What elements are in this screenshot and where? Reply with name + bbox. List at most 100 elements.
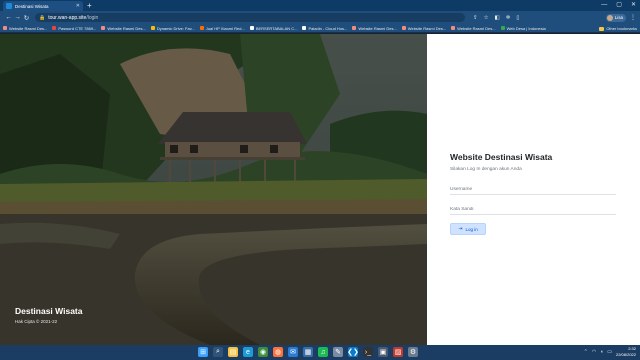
bookmark-label: Website Rasmi Des... [407,25,447,31]
bookmark-item[interactable]: Pasword CTE 7869... [52,26,96,31]
bookmark-label: Website Rasmi Des... [358,25,397,31]
login-form: Website Destinasi Wisata Silakan Log In … [450,152,616,235]
close-window-button[interactable]: ✕ [631,1,636,10]
bookmark-favicon-icon [500,26,505,30]
bookmark-label: Pasword CTE 7869... [58,25,97,31]
hero-copyright: Hak Cipta © 2021-22 [15,319,58,324]
login-button-label: Log in [465,226,478,232]
bookmark-favicon-icon [352,26,357,30]
bookmark-favicon-icon [199,26,204,30]
profile-name: Lisa [614,15,623,20]
windows-start-icon[interactable]: ⊞ [198,347,208,357]
password-input[interactable] [450,206,616,212]
window-controls: — ▢ ✕ [601,1,636,10]
wifi-icon[interactable]: ◠ [592,349,596,355]
bookmark-item[interactable]: Website Rasmi Des... [451,25,496,31]
login-subtitle: Silakan Log In dengan akun Anda [450,167,522,172]
bookmark-item[interactable]: Web Desa | Indonesia [500,25,546,31]
bookmark-label: Jual HP Xiaomi Red... [205,25,245,31]
bookmark-favicon-icon [249,26,254,30]
terminal-icon[interactable]: ›_ [363,347,373,357]
bookmark-item[interactable]: Website Rasmi Des... [101,25,146,31]
hero-image: Destinasi Wisata Hak Cipta © 2021-22 [0,34,427,345]
extensions-puzzle-icon[interactable]: ✲ [506,15,511,21]
chrome-icon[interactable]: ◉ [258,347,268,357]
tab-favicon-icon [6,3,12,9]
extension-icon[interactable]: ◧ [495,15,500,21]
bookmark-item[interactable]: BERSERTABALAN C... [249,26,297,31]
bookmark-label: Paladin - Cloud Hos... [308,25,348,31]
bookmark-item[interactable]: Website Rasmi Des... [352,25,397,31]
tab-strip: Destinasi Wisata ✕ + — ▢ ✕ [0,0,640,11]
password-field-wrapper [450,204,616,215]
bookmark-favicon-icon [302,26,307,30]
star-icon[interactable]: ☆ [484,15,489,21]
tab-title: Destinasi Wisata [15,3,49,9]
mail-icon[interactable]: ✉ [288,347,298,357]
tab-close-icon[interactable]: ✕ [76,3,80,9]
bookmark-favicon-icon [451,26,456,30]
bookmark-label: Website Rasmi Des... [9,25,48,31]
bookmark-item[interactable]: Website Rasmi Des... [401,25,447,31]
hero-caption: Destinasi Wisata Hak Cipta © 2021-22 [15,306,82,324]
edge-icon[interactable]: e [243,347,253,357]
bookmarks-bar: Website Rasmi Des... Pasword CTE 7869... W… [0,24,640,33]
bookmark-item[interactable]: Website Rasmi Des... [3,26,47,31]
profile-button[interactable]: Lisa [605,13,626,22]
sidebar-icon[interactable]: ▯ [516,15,519,21]
bookmark-label: Web Desa | Indonesia [506,25,546,31]
toolbar-icons: ⇪ ☆ ◧ ✲ ▯ [473,15,519,21]
login-button[interactable]: ⇥ Log in [450,223,486,235]
bookmark-favicon-icon [52,26,57,30]
maximize-button[interactable]: ▢ [616,1,622,10]
bookmark-label: Website Rasmi Des... [107,25,146,31]
menu-kebab-icon[interactable]: ⋮ [630,14,636,21]
firefox-icon[interactable]: ◍ [273,347,283,357]
other-bookmarks[interactable]: Other bookmarks [599,24,637,32]
login-panel: Website Destinasi Wisata Silakan Log In … [427,34,640,345]
hero-title: Destinasi Wisata [15,306,83,316]
lock-icon: 🔒 [39,14,46,21]
username-field-wrapper [450,184,616,195]
browser-toolbar: ← → ↻ 🔒 tour.wan-app.site/login ⇪ ☆ ◧ ✲ … [0,11,640,24]
taskbar-apps: ⊞ ⌕ ▤ e ◉ ◍ ✉ ▦ ♫ ✎ ❮❯ ›_ ▣ ▨ ⚙ [198,347,418,357]
vscode-icon[interactable]: ❮❯ [347,347,359,357]
browser-tab[interactable]: Destinasi Wisata ✕ [3,1,83,11]
bookmark-favicon-icon [3,26,7,30]
address-url: tour.wan-app.site/login [48,14,99,21]
bookmark-item[interactable]: Dynamic Drive: Fav... [150,26,195,31]
folder-icon [599,26,605,31]
new-tab-button[interactable]: + [87,1,92,10]
bookmark-favicon-icon [150,26,155,30]
forward-icon[interactable]: → [13,14,22,21]
back-icon[interactable]: ← [4,14,13,21]
spotify-icon[interactable]: ♫ [318,347,328,357]
bookmark-label: Website Rasmi Des... [457,25,496,31]
bookmark-favicon-icon [401,26,406,30]
search-icon[interactable]: ⌕ [213,347,223,357]
clock-date: 22/08/2022 [615,351,636,357]
bookmark-item[interactable]: Jual HP Xiaomi Red... [199,25,245,31]
login-icon: ⇥ [458,226,463,232]
username-input[interactable] [450,186,616,192]
reload-icon[interactable]: ↻ [22,14,31,22]
calculator-icon[interactable]: ▣ [378,347,388,357]
speaker-icon[interactable]: ◖ [600,349,603,355]
bookmark-item[interactable]: Paladin - Cloud Hos... [302,26,347,31]
photos-icon[interactable]: ▨ [393,347,403,357]
avatar [606,14,613,21]
windows-taskbar: ⊞ ⌕ ▤ e ◉ ◍ ✉ ▦ ♫ ✎ ❮❯ ›_ ▣ ▨ ⚙ ⌃ ◠ ◖ ▭ 2:32 22/08/202… [0,345,640,360]
minimize-button[interactable]: — [601,1,607,10]
battery-icon[interactable]: ▭ [607,349,612,355]
system-tray: ⌃ ◠ ◖ ▭ 2:32 22/08/2022 [584,346,636,357]
address-bar[interactable]: 🔒 tour.wan-app.site/login [35,13,465,22]
store-icon[interactable]: ▦ [303,347,313,357]
bookmark-favicon-icon [101,26,106,30]
chevron-up-icon[interactable]: ⌃ [584,349,588,355]
notepad-icon[interactable]: ✎ [333,347,343,357]
file-explorer-icon[interactable]: ▤ [228,347,238,357]
share-icon[interactable]: ⇪ [473,15,478,21]
settings-icon[interactable]: ⚙ [408,347,418,357]
clock[interactable]: 2:32 22/08/2022 [616,346,636,357]
hero-photo [0,34,427,345]
